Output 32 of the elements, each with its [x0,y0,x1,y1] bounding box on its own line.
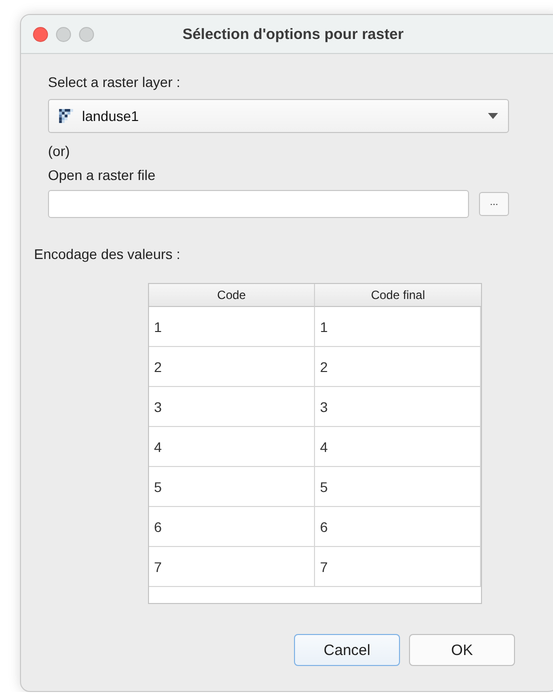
table-cell[interactable]: 6 [315,507,481,547]
section-label: Encodage des valeurs : [34,246,182,263]
dropdown-value: landuse1 [82,108,140,124]
table-cell[interactable]: 5 [315,467,481,507]
zoom-button[interactable] [79,26,94,42]
table-cell[interactable]: 4 [149,427,315,467]
table-cell[interactable]: 2 [315,347,481,387]
table-cell[interactable]: 1 [315,307,481,347]
window-title: Sélection d'options pour raster [181,26,405,42]
raster-layer-icon [59,109,76,123]
table-cell[interactable]: 7 [149,547,315,587]
file-path-field[interactable] [48,190,469,218]
table-cell[interactable]: 5 [149,467,315,507]
table-cell[interactable]: 4 [315,427,481,467]
field-label: Open a raster file [48,167,156,184]
column-header[interactable]: Code final [315,284,481,307]
table-cell[interactable]: 7 [315,547,481,587]
caret-icon [488,113,498,119]
close-button[interactable] [33,26,48,42]
cancel-button[interactable]: Cancel [294,634,400,666]
or-label: (or) [48,143,71,160]
table-cell[interactable]: 1 [149,307,315,347]
ok-button[interactable]: OK [409,634,515,666]
layer-dropdown[interactable]: landuse1 [48,99,509,133]
table-cell[interactable]: 6 [149,507,315,547]
browse-button[interactable]: ... [479,192,509,216]
table-cell[interactable]: 3 [149,387,315,427]
table-cell[interactable]: 3 [315,387,481,427]
column-header[interactable]: Code [149,284,315,307]
field-label: Select a raster layer : [48,74,182,91]
minimize-button[interactable] [56,26,71,42]
table-cell[interactable]: 2 [149,347,315,387]
